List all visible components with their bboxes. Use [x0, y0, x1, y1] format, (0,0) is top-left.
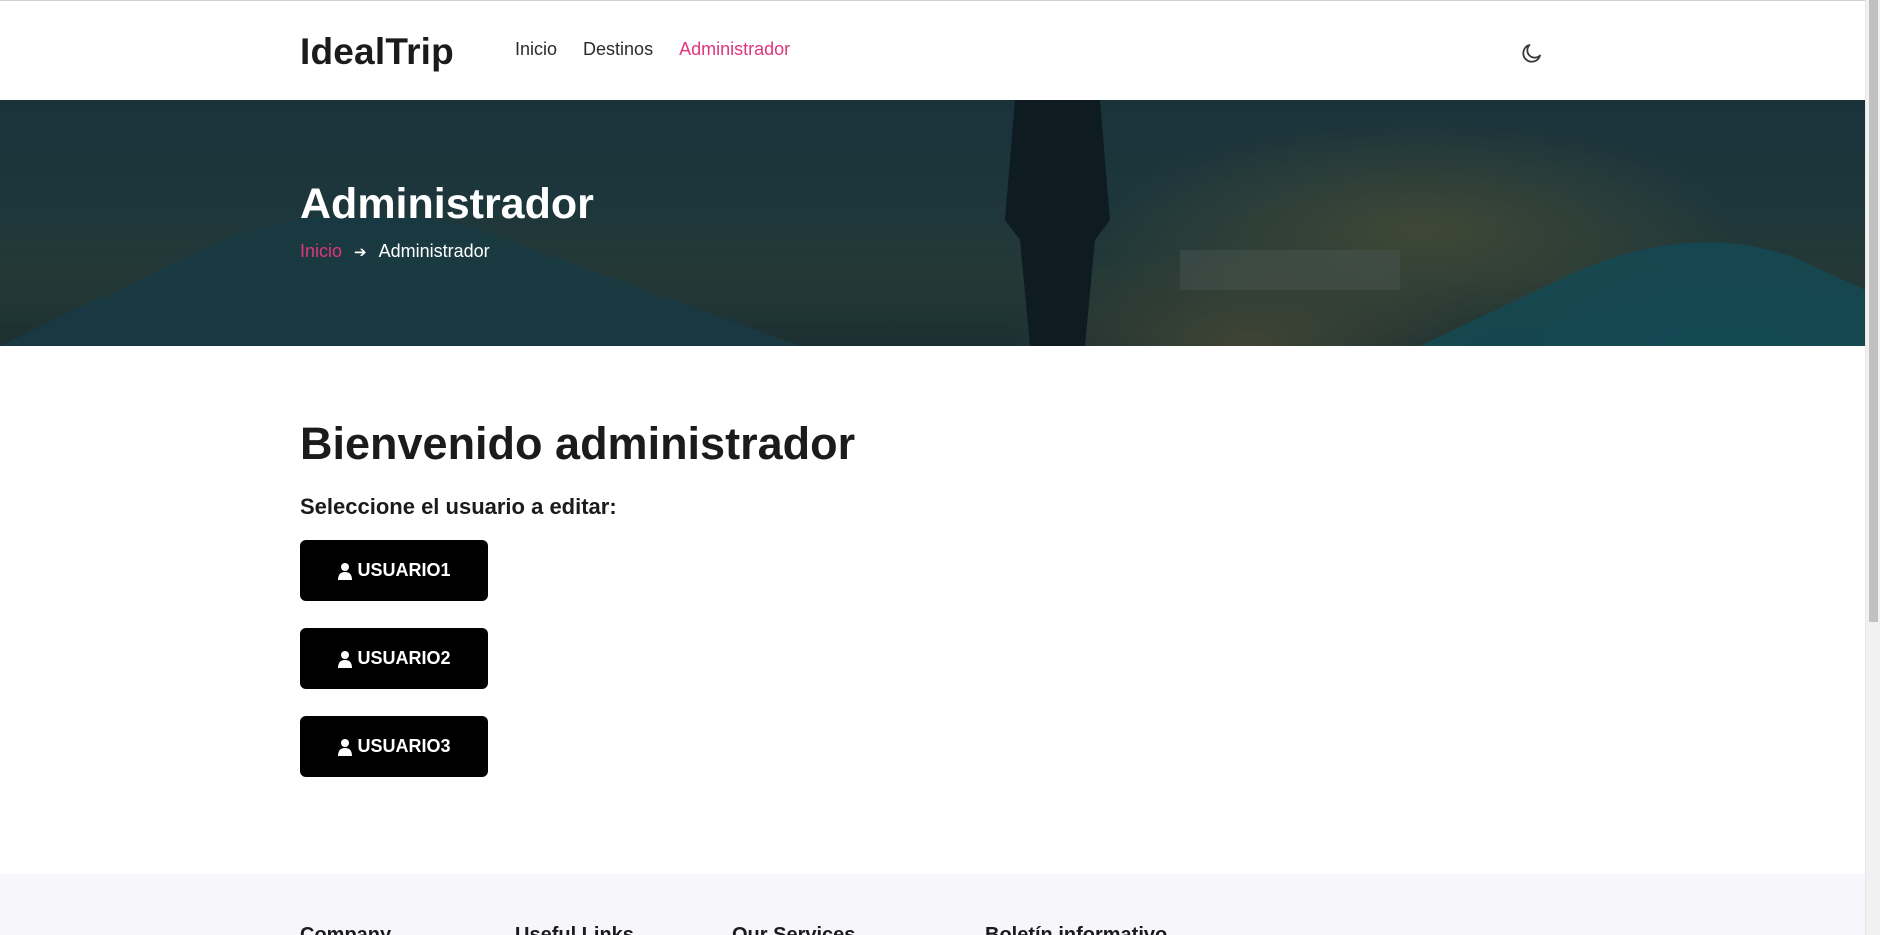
vertical-scrollbar[interactable] [1865, 0, 1880, 935]
footer-heading-our-services: Our Services [732, 924, 856, 935]
footer-heading-company: Company [300, 924, 392, 935]
hero-title: Administrador [300, 180, 594, 228]
user-button-2[interactable]: USUARIO2 [300, 628, 488, 689]
main-content: Bienvenido administrador Seleccione el u… [0, 346, 1865, 874]
nav-item-destinos[interactable]: Destinos [583, 39, 653, 60]
user-button-label: USUARIO3 [357, 736, 451, 756]
user-icon [338, 562, 353, 580]
user-icon [338, 650, 353, 668]
breadcrumb: Inicio ➔ Administrador [300, 241, 490, 262]
welcome-heading: Bienvenido administrador [300, 418, 856, 469]
hero-banner: Administrador Inicio ➔ Administrador [0, 100, 1865, 346]
hero-overlay [0, 100, 1865, 346]
nav-item-inicio[interactable]: Inicio [515, 39, 557, 60]
footer-heading-newsletter: Boletín informativo [985, 924, 1168, 935]
footer-heading-useful-links: Useful Links [515, 924, 634, 935]
scrollbar-thumb[interactable] [1869, 0, 1878, 622]
select-user-prompt: Seleccione el usuario a editar: [300, 494, 617, 519]
user-button-3[interactable]: USUARIO3 [300, 716, 488, 777]
user-button-1[interactable]: USUARIO1 [300, 540, 488, 601]
arrow-right-icon: ➔ [354, 243, 367, 261]
nav-item-administrador[interactable]: Administrador [679, 39, 790, 60]
breadcrumb-current: Administrador [378, 241, 490, 261]
page: IdealTrip Inicio Destinos Administrador … [0, 0, 1865, 935]
main-nav: Inicio Destinos Administrador [515, 39, 790, 60]
theme-toggle-button[interactable] [1518, 39, 1546, 67]
user-button-label: USUARIO2 [357, 648, 451, 668]
site-footer: Company Useful Links Our Services Boletí… [0, 874, 1865, 935]
brand-logo[interactable]: IdealTrip [300, 31, 454, 73]
site-header: IdealTrip Inicio Destinos Administrador [0, 1, 1865, 100]
breadcrumb-link-inicio[interactable]: Inicio [300, 241, 342, 262]
moon-icon [1522, 44, 1541, 63]
user-icon [338, 738, 353, 756]
user-button-label: USUARIO1 [357, 560, 451, 580]
